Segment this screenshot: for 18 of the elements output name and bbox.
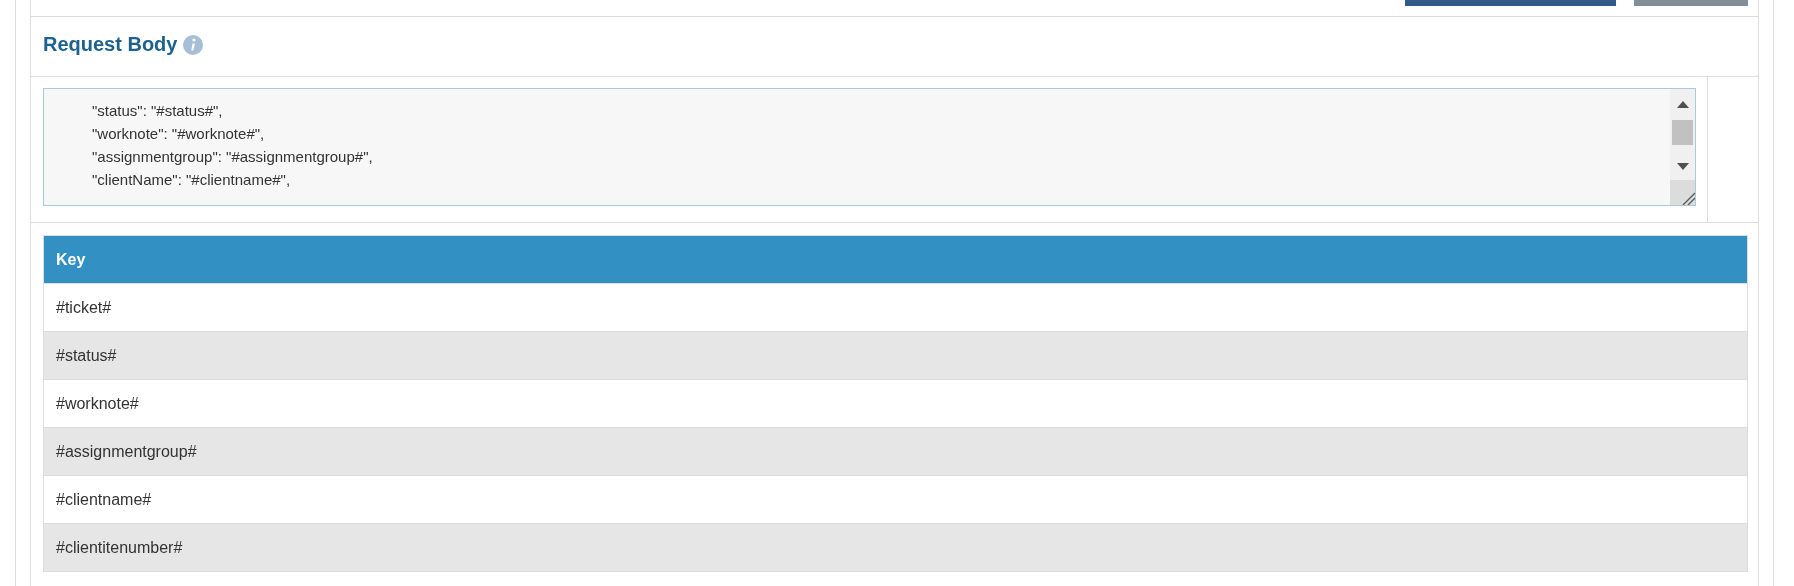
section-title: Request Body	[43, 31, 178, 57]
resize-grip-icon[interactable]	[1682, 192, 1695, 205]
scroll-down-icon[interactable]	[1676, 163, 1689, 170]
table-cell: #worknote#	[43, 379, 1748, 428]
code-line: "clientName": "#clientname#",	[92, 170, 292, 190]
scroll-up-icon[interactable]	[1676, 101, 1689, 108]
code-line: "status": "#status#",	[92, 101, 224, 121]
table-cell: #assignmentgroup#	[43, 427, 1748, 476]
table-cell: #clientname#	[43, 475, 1748, 524]
scrollbar-thumb[interactable]	[1672, 120, 1693, 145]
table-cell: #status#	[43, 331, 1748, 380]
code-line: "assignmentgroup": "#assignmentgroup#",	[92, 147, 373, 167]
scrollbar[interactable]	[1670, 89, 1695, 205]
table-cell: #clientitenumber#	[43, 523, 1748, 572]
column-header: Key	[43, 235, 1748, 284]
table-cell: #ticket#	[43, 283, 1748, 332]
request-body-field[interactable]: "status": "#status#", "worknote": "#worknote#", "assignmentgroup": "#assignmentgroup#", "clientName": "#clientname#",	[43, 88, 1696, 206]
code-line: "worknote": "#worknote#",	[92, 124, 266, 144]
